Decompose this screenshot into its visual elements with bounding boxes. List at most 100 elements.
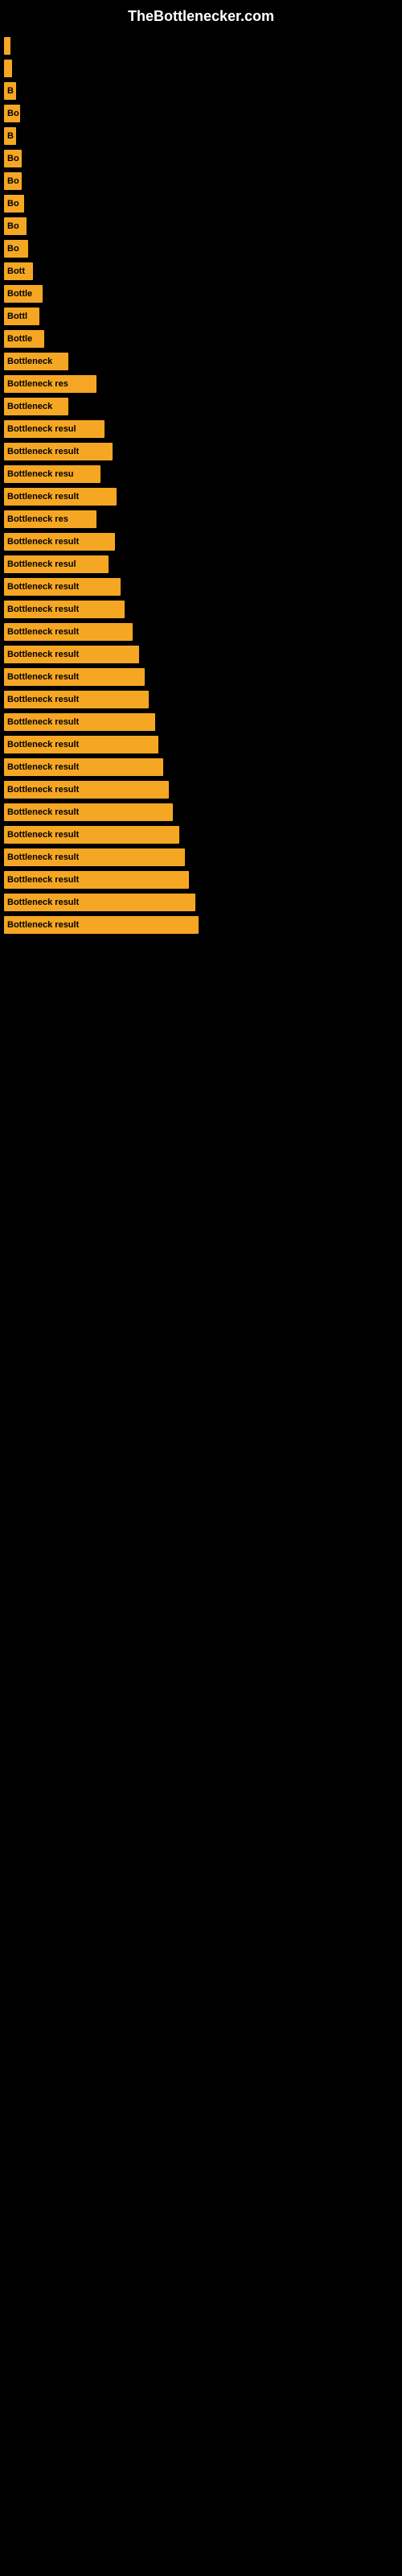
bar-label: Bottle (7, 289, 32, 299)
bar-row: Bottleneck result (0, 803, 402, 821)
bar-row: Bottleneck resul (0, 555, 402, 573)
bar-item: Bottle (4, 285, 43, 303)
bar-label: Bottleneck res (7, 514, 68, 524)
bar-label: Bottleneck res (7, 379, 68, 389)
bar-item: Bottleneck result (4, 871, 189, 889)
bar-row: Bo (0, 105, 402, 122)
bar-row: Bottleneck result (0, 691, 402, 708)
bar-row: Bo (0, 172, 402, 190)
bar-row: Bo (0, 195, 402, 213)
bar-item (4, 60, 12, 77)
bar-label: Bottleneck resul (7, 559, 76, 569)
bar-row: Bottleneck result (0, 488, 402, 506)
bar-label: Bottleneck result (7, 582, 79, 592)
bar-label: Bo (7, 109, 19, 118)
bar-item: Bottleneck result (4, 803, 173, 821)
bar-label: Bo (7, 221, 19, 231)
bar-item: Bottleneck res (4, 375, 96, 393)
bar-label: Bottleneck result (7, 785, 79, 795)
bar-row: Bottleneck result (0, 736, 402, 753)
bars-container: B Bo B Bo Bo Bo Bo Bo Bott Bottle Bottl Bottle Bottl… (0, 29, 402, 934)
bar-label: Bottleneck result (7, 537, 79, 547)
bar-item: Bo (4, 150, 22, 167)
bar-item: Bottleneck resul (4, 555, 109, 573)
bar-label: B (7, 131, 14, 141)
bar-label: Bottleneck result (7, 717, 79, 727)
bar-item: Bottleneck resu (4, 465, 100, 483)
bar-label: Bottleneck result (7, 447, 79, 456)
bar-label: Bottleneck result (7, 695, 79, 704)
bar-item: Bottleneck result (4, 443, 113, 460)
bar-row (0, 37, 402, 55)
bar-label: Bott (7, 266, 25, 276)
bar-item: Bottleneck result (4, 646, 139, 663)
bar-row: Bottleneck result (0, 781, 402, 799)
bar-item: Bottleneck result (4, 601, 125, 618)
bar-item: Bottleneck result (4, 894, 195, 911)
bar-label: Bottleneck resul (7, 424, 76, 434)
bar-row: Bottleneck result (0, 533, 402, 551)
bar-label: Bottleneck (7, 402, 52, 411)
bar-label: Bottleneck result (7, 762, 79, 772)
bar-row: Bottleneck (0, 353, 402, 370)
bar-item: Bottleneck result (4, 668, 145, 686)
bar-label: Bottleneck result (7, 807, 79, 817)
bar-label: Bottleneck result (7, 492, 79, 502)
bar-label: Bottleneck result (7, 898, 79, 907)
bar-label: Bottleneck result (7, 852, 79, 862)
bar-label: Bottle (7, 334, 32, 344)
bar-row: Bottl (0, 308, 402, 325)
bar-row: Bottleneck (0, 398, 402, 415)
bar-row: Bottleneck result (0, 601, 402, 618)
bar-row: B (0, 127, 402, 145)
bar-row: Bottleneck result (0, 668, 402, 686)
bar-label: Bottleneck result (7, 740, 79, 749)
bar-label: Bottleneck resu (7, 469, 74, 479)
bar-item: Bo (4, 240, 28, 258)
bar-item: B (4, 127, 16, 145)
bar-label: Bottleneck (7, 357, 52, 366)
bar-row: Bo (0, 217, 402, 235)
bar-label: Bottleneck result (7, 830, 79, 840)
bar-label: Bo (7, 244, 19, 254)
bar-row: Bottleneck result (0, 826, 402, 844)
bar-item: Bottleneck result (4, 916, 199, 934)
bar-row: Bottleneck result (0, 623, 402, 641)
bar-row: Bottleneck result (0, 848, 402, 866)
bar-item: Bo (4, 195, 24, 213)
bar-item: Bottleneck result (4, 623, 133, 641)
bar-row: Bottleneck resul (0, 420, 402, 438)
bar-label: B (7, 86, 14, 96)
bar-row: B (0, 82, 402, 100)
bar-item: Bottleneck result (4, 713, 155, 731)
bar-label: Bottleneck result (7, 650, 79, 659)
bar-item: Bottle (4, 330, 44, 348)
bar-label: Bo (7, 176, 19, 186)
bar-row: Bo (0, 240, 402, 258)
bar-row: Bottleneck result (0, 871, 402, 889)
bar-row: Bottleneck result (0, 916, 402, 934)
bar-item: Bottleneck (4, 353, 68, 370)
bar-item: Bottleneck result (4, 826, 179, 844)
bar-row: Bottleneck res (0, 510, 402, 528)
bar-item: Bottleneck result (4, 488, 117, 506)
bar-row: Bottleneck result (0, 578, 402, 596)
bar-item: Bottleneck result (4, 533, 115, 551)
bar-item: B (4, 82, 16, 100)
bar-item: Bo (4, 172, 22, 190)
bar-item: Bottleneck (4, 398, 68, 415)
bar-label: Bo (7, 154, 19, 163)
bar-item: Bottleneck result (4, 781, 169, 799)
bar-row: Bottle (0, 285, 402, 303)
bar-label: Bottl (7, 312, 27, 321)
title-text: TheBottlenecker.com (128, 8, 274, 24)
bar-row: Bottleneck resu (0, 465, 402, 483)
bar-row (0, 60, 402, 77)
bar-item: Bottleneck res (4, 510, 96, 528)
site-title: TheBottlenecker.com (0, 0, 402, 29)
bar-row: Bo (0, 150, 402, 167)
bar-item: Bottleneck result (4, 848, 185, 866)
bar-item: Bottleneck result (4, 578, 121, 596)
bar-row: Bott (0, 262, 402, 280)
bar-label: Bottleneck result (7, 627, 79, 637)
